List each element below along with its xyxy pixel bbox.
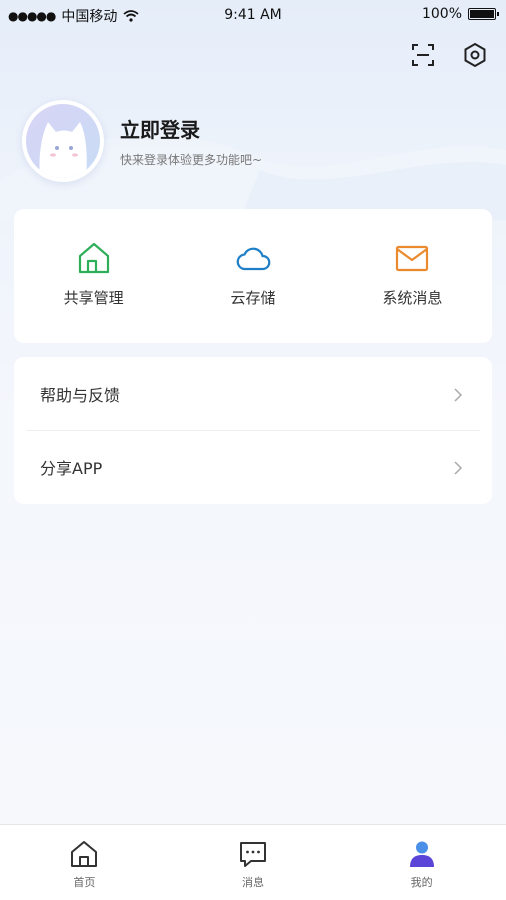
message-icon bbox=[238, 839, 268, 869]
system-message-item[interactable]: 系统消息 bbox=[333, 209, 492, 343]
menu-item-share-app[interactable]: 分享APP bbox=[26, 430, 480, 503]
tab-messages[interactable]: 消息 bbox=[169, 825, 338, 900]
status-bar: ●●●●● 中国移动 9:41 AM 100% bbox=[0, 0, 506, 30]
cloud-storage-item[interactable]: 云存储 bbox=[173, 209, 332, 343]
scan-icon[interactable] bbox=[410, 42, 436, 68]
menu-item-help-feedback[interactable]: 帮助与反馈 bbox=[14, 357, 492, 430]
avatar[interactable] bbox=[22, 100, 104, 182]
tab-bar: 首页 消息 我的 bbox=[0, 824, 506, 900]
chevron-right-icon bbox=[452, 387, 464, 402]
tab-mine[interactable]: 我的 bbox=[337, 825, 506, 900]
tab-label: 我的 bbox=[410, 876, 433, 889]
tab-home[interactable]: 首页 bbox=[0, 825, 169, 900]
tab-label: 首页 bbox=[73, 876, 96, 889]
menu-card: 帮助与反馈 分享APP bbox=[14, 357, 492, 504]
home-share-icon bbox=[75, 239, 113, 277]
profile-header[interactable]: 立即登录 快来登录体验更多功能吧~ bbox=[22, 100, 262, 182]
tab-label: 消息 bbox=[242, 876, 264, 889]
login-subtitle: 快来登录体验更多功能吧~ bbox=[120, 153, 263, 167]
settings-icon[interactable] bbox=[462, 42, 488, 68]
chevron-right-icon bbox=[452, 460, 464, 475]
cloud-storage-label: 云存储 bbox=[230, 289, 276, 307]
home-icon bbox=[69, 839, 99, 869]
user-icon bbox=[407, 839, 437, 869]
battery-percent: 100% bbox=[421, 6, 462, 22]
cloud-icon bbox=[234, 239, 272, 277]
share-manage-label: 共享管理 bbox=[63, 289, 124, 307]
menu-item-label: 分享APP bbox=[40, 459, 103, 478]
mail-icon bbox=[393, 239, 431, 277]
menu-item-label: 帮助与反馈 bbox=[40, 385, 121, 405]
login-title[interactable]: 立即登录 bbox=[120, 114, 262, 143]
battery-icon bbox=[468, 8, 499, 20]
system-message-label: 系统消息 bbox=[382, 289, 443, 307]
share-manage-item[interactable]: 共享管理 bbox=[14, 209, 173, 343]
quick-actions-card: 共享管理 云存储 系统消息 bbox=[14, 209, 492, 343]
